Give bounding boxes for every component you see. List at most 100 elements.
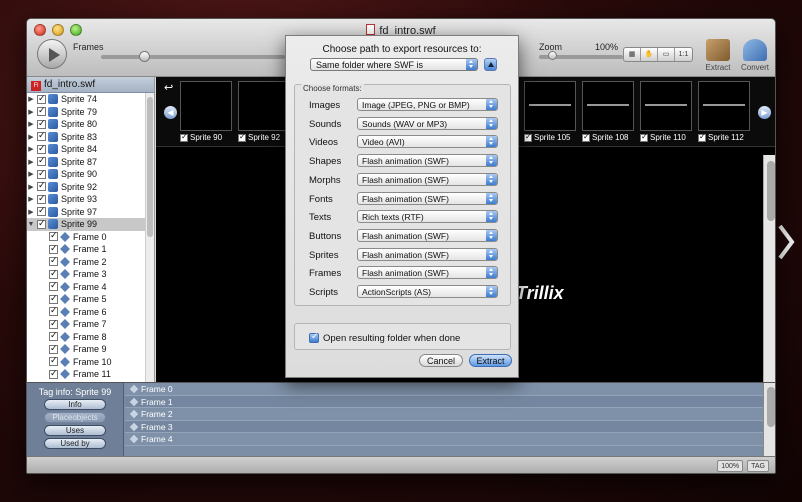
tree-item-checkbox[interactable] (49, 230, 58, 242)
tree-item-checkbox[interactable] (37, 118, 46, 129)
tree-item-sprite[interactable]: ▶ Sprite 80 (27, 118, 154, 131)
open-folder-checkbox[interactable] (309, 331, 319, 343)
frame-list-row[interactable]: Frame 0 (125, 383, 763, 396)
preview-scrollbar[interactable] (763, 155, 775, 382)
tag-used-by-button[interactable]: Used by (44, 438, 106, 449)
frames-slider[interactable] (101, 55, 285, 59)
frame-list-row[interactable]: Frame 2 (125, 408, 763, 421)
format-select[interactable]: Flash animation (SWF) (357, 191, 498, 205)
disclosure-open-icon[interactable]: ▼ (27, 221, 35, 228)
frame-list-scrollbar[interactable] (763, 383, 775, 457)
tree-item-frame[interactable]: Frame 6 (27, 305, 154, 319)
tree-scrollbar[interactable] (145, 93, 154, 382)
disclosure-closed-icon[interactable]: ▶ (27, 158, 35, 166)
thumbnail-checkbox[interactable] (238, 132, 246, 142)
tree-item-checkbox[interactable] (49, 343, 58, 354)
disclosure-closed-icon[interactable]: ▶ (27, 120, 35, 128)
tree-item-checkbox[interactable] (49, 243, 58, 254)
tree-item-sprite[interactable]: ▶ Sprite 84 (27, 143, 154, 156)
format-select[interactable]: Rich texts (RTF) (357, 210, 498, 224)
sprite-thumbnail[interactable]: Sprite 92 (238, 81, 290, 142)
tree-item-frame[interactable]: Frame 1 (27, 243, 154, 256)
thumbnail-checkbox[interactable] (698, 132, 706, 142)
cancel-button[interactable]: Cancel (419, 354, 463, 367)
disclosure-closed-icon[interactable]: ▶ (27, 133, 35, 141)
frame-list-row[interactable]: Frame 3 (125, 420, 763, 433)
disclosure-closed-icon[interactable]: ▶ (27, 183, 35, 191)
status-widget[interactable]: 100% (717, 460, 744, 472)
format-select[interactable]: Flash animation (SWF) (357, 266, 498, 280)
tree-item-checkbox[interactable] (49, 305, 58, 317)
tree-item-frame[interactable]: Frame 10 (27, 355, 154, 369)
frame-list-scrollbar-thumb[interactable] (767, 387, 775, 427)
format-select[interactable]: ActionScripts (AS) (357, 285, 498, 298)
tree-item-checkbox[interactable] (37, 143, 46, 154)
extract-button[interactable]: Extract (469, 354, 512, 367)
fit-view-button[interactable]: ▭ (658, 48, 675, 61)
tree-item-sprite[interactable]: ▶ Sprite 79 (27, 105, 154, 119)
tree-item-sprite[interactable]: ▶ Sprite 87 (27, 155, 154, 169)
tree-item-frame[interactable]: Frame 11 (27, 368, 154, 381)
disclosure-closed-icon[interactable]: ▶ (27, 145, 35, 153)
hand-tool-button[interactable]: ✋ (641, 48, 658, 61)
thumbnail-checkbox[interactable] (582, 132, 590, 142)
tree-item-frame[interactable]: Frame 5 (27, 293, 154, 306)
frame-list-row[interactable]: Frame 1 (125, 395, 763, 408)
tree-item-sprite[interactable]: ▶ Sprite 83 (27, 130, 154, 144)
actual-size-button[interactable]: 1:1 (675, 48, 692, 61)
export-path-select[interactable]: Same folder where SWF is (310, 58, 478, 71)
tree-item-checkbox[interactable] (37, 193, 46, 204)
format-select[interactable]: Image (JPEG, PNG or BMP) (357, 98, 498, 111)
tree-item-checkbox[interactable] (49, 368, 58, 379)
grid-view-button[interactable]: ▦ (624, 48, 641, 61)
tag-uses-button[interactable]: Uses (44, 425, 106, 436)
tree-item-frame[interactable]: Frame 2 (27, 255, 154, 269)
tree-item-checkbox[interactable] (37, 205, 46, 217)
tree-item-frame[interactable]: Frame 7 (27, 318, 154, 331)
tree-item-sprite[interactable]: ▶ Sprite 97 (27, 205, 154, 219)
format-select[interactable]: Flash animation (SWF) (357, 247, 498, 261)
tree-item-checkbox[interactable] (37, 155, 46, 167)
tree-item-checkbox[interactable] (49, 268, 58, 279)
tree-item-checkbox[interactable] (37, 93, 46, 104)
tree-item-checkbox[interactable] (37, 218, 46, 229)
zoom-slider-knob[interactable] (548, 51, 557, 60)
disclosure-closed-icon[interactable]: ▶ (27, 195, 35, 203)
extract-tool-button[interactable]: Extract (700, 39, 736, 72)
tree-item-checkbox[interactable] (49, 330, 58, 342)
preview-scrollbar-thumb[interactable] (767, 161, 775, 221)
format-select[interactable]: Video (AVI) (357, 135, 498, 149)
tree-item-sprite[interactable]: ▶ Sprite 92 (27, 180, 154, 194)
tree-item-frame[interactable]: Frame 4 (27, 280, 154, 294)
tree-item-sprite[interactable]: ▶ Sprite 90 (27, 168, 154, 181)
frame-list-row[interactable]: Frame 4 (125, 433, 763, 446)
status-widget[interactable]: TAG (747, 460, 769, 472)
tree-item-checkbox[interactable] (37, 105, 46, 117)
tree-item-frame[interactable]: Frame 0 (27, 230, 154, 244)
tree-item-sprite[interactable]: ▼ Sprite 99 (27, 218, 154, 231)
tree-item-frame[interactable]: Frame 9 (27, 343, 154, 356)
path-toggle-button[interactable] (484, 58, 497, 71)
thumbnail-checkbox[interactable] (524, 132, 532, 142)
frames-slider-knob[interactable] (139, 51, 150, 62)
tree-item-checkbox[interactable] (37, 168, 46, 179)
disclosure-closed-icon[interactable]: ▶ (27, 170, 35, 178)
tree-item-frame[interactable]: Frame 3 (27, 268, 154, 281)
tree-item-frame[interactable]: Frame 8 (27, 330, 154, 344)
back-icon[interactable]: ↩ (164, 81, 173, 94)
tree-item-checkbox[interactable] (49, 293, 58, 304)
scroll-right-button[interactable]: ▶ (758, 106, 771, 119)
tree-item-sprite[interactable]: ▶ Sprite 93 (27, 193, 154, 206)
sprite-thumbnail[interactable]: Sprite 112 (698, 81, 750, 142)
tag-info-button[interactable]: Info (44, 399, 106, 410)
tree-item-checkbox[interactable] (49, 355, 58, 367)
format-select[interactable]: Flash animation (SWF) (357, 172, 498, 186)
tree-item-sprite[interactable]: ▶ Sprite 74 (27, 93, 154, 106)
tree-root[interactable]: Fl fd_intro.swf (27, 77, 154, 93)
play-button[interactable] (37, 39, 67, 69)
thumbnail-checkbox[interactable] (180, 132, 188, 142)
sprite-thumbnail[interactable]: Sprite 105 (524, 81, 576, 142)
format-select[interactable]: Sounds (WAV or MP3) (357, 116, 498, 130)
tree-item-checkbox[interactable] (37, 130, 46, 142)
tree-scrollbar-thumb[interactable] (147, 97, 153, 237)
